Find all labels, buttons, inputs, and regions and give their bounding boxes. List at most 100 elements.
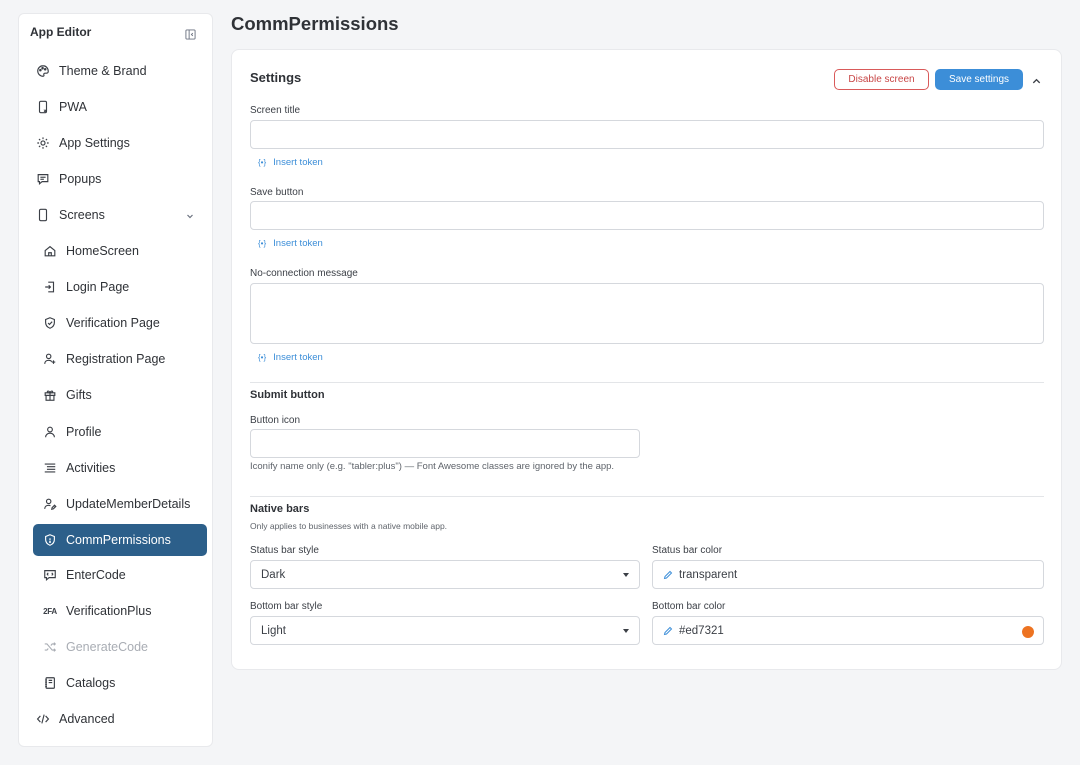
caret-down-icon — [623, 629, 629, 633]
sidebar-item-label: PWA — [59, 100, 88, 114]
sidebar-item-commpermissions[interactable]: CommPermissions — [33, 524, 207, 556]
save-button-input[interactable] — [250, 201, 1044, 230]
sidebar-item-label: Verification Page — [66, 316, 160, 330]
insert-token-link[interactable]: {•} Insert token — [250, 157, 323, 168]
bottom-bar-color-input[interactable]: #ed7321 — [652, 616, 1044, 645]
sidebar-item-login-page[interactable]: Login Page — [33, 271, 207, 303]
sidebar-title: App Editor — [30, 25, 92, 39]
sidebar-item-label: Profile — [66, 425, 102, 439]
status-bar-color-input[interactable]: transparent — [652, 560, 1044, 589]
sidebar-item-registration-page[interactable]: Registration Page — [33, 343, 207, 375]
caret-down-icon — [623, 573, 629, 577]
save-settings-button[interactable]: Save settings — [935, 69, 1023, 90]
sidebar-item-label: Activities — [66, 461, 116, 475]
sidebar-item-label: Catalogs — [66, 676, 116, 690]
sidebar-item-label: HomeScreen — [66, 244, 139, 258]
color-swatch[interactable] — [1022, 626, 1034, 638]
insert-token-label: Insert token — [273, 157, 323, 168]
sidebar-item-profile[interactable]: Profile — [33, 416, 207, 448]
login-icon — [42, 279, 58, 295]
no-connection-label: No-connection message — [250, 268, 358, 279]
sidebar-item-verificationplus[interactable]: 2FA VerificationPlus — [33, 595, 207, 627]
sidebar-item-screens[interactable]: Screens — [33, 199, 207, 231]
insert-token-link[interactable]: {•} Insert token — [250, 238, 323, 249]
sidebar: App Editor Theme & Brand PWA App Setting… — [18, 13, 213, 747]
status-bar-color-value: transparent — [679, 568, 738, 581]
status-bar-style-select[interactable]: Dark — [250, 560, 640, 589]
button-icon-help: Iconify name only (e.g. "tabler:plus") —… — [250, 461, 615, 472]
sidebar-item-app-settings[interactable]: App Settings — [33, 127, 207, 159]
shield-check-icon — [42, 315, 58, 331]
sidebar-item-entercode[interactable]: EnterCode — [33, 559, 207, 591]
user-edit-icon — [42, 496, 58, 512]
bottom-bar-style-label: Bottom bar style — [250, 601, 323, 612]
settings-card: Settings Disable screen Save settings Sc… — [231, 49, 1062, 670]
home-icon — [42, 243, 58, 259]
user-plus-icon — [42, 351, 58, 367]
insert-token-link[interactable]: {•} Insert token — [250, 352, 323, 363]
status-bar-color-label: Status bar color — [652, 545, 723, 556]
sidebar-item-activities[interactable]: Activities — [33, 452, 207, 484]
sidebar-item-label: GenerateCode — [66, 640, 149, 654]
code-icon — [35, 711, 51, 727]
sidebar-item-label: VerificationPlus — [66, 604, 152, 618]
code-chat-icon — [42, 567, 58, 583]
status-bar-style-value: Dark — [261, 568, 286, 581]
bottom-bar-style-value: Light — [261, 624, 286, 637]
braces-icon: {•} — [258, 239, 267, 248]
braces-icon: {•} — [258, 353, 267, 362]
gear-icon — [35, 135, 51, 151]
sidebar-item-advanced[interactable]: Advanced — [33, 703, 207, 735]
sidebar-item-label: EnterCode — [66, 568, 126, 582]
status-bar-style-label: Status bar style — [250, 545, 319, 556]
sidebar-item-catalogs[interactable]: Catalogs — [33, 667, 207, 699]
phone-icon — [35, 99, 51, 115]
sidebar-item-popups[interactable]: Popups — [33, 163, 207, 195]
insert-token-label: Insert token — [273, 352, 323, 363]
chevron-down-icon — [185, 210, 195, 220]
sidebar-item-label: Registration Page — [66, 352, 166, 366]
button-icon-input[interactable] — [250, 429, 640, 458]
user-icon — [42, 424, 58, 440]
bottom-bar-color-value: #ed7321 — [679, 624, 724, 637]
save-button-label: Save button — [250, 187, 304, 198]
sidebar-item-updatememberdetails[interactable]: UpdateMemberDetails — [33, 488, 207, 520]
screen-title-label: Screen title — [250, 105, 301, 116]
message-icon — [35, 171, 51, 187]
sidebar-item-gifts[interactable]: Gifts — [33, 379, 207, 411]
disable-screen-button[interactable]: Disable screen — [834, 69, 929, 90]
screen-title-input[interactable] — [250, 120, 1044, 149]
page-title: CommPermissions — [231, 13, 399, 34]
no-connection-textarea[interactable] — [250, 283, 1044, 344]
book-icon — [42, 675, 58, 691]
divider — [250, 382, 1044, 383]
sidebar-item-theme-brand[interactable]: Theme & Brand — [33, 55, 207, 87]
sidebar-item-label: App Settings — [59, 136, 130, 150]
sidebar-item-label: Theme & Brand — [59, 64, 147, 78]
native-bars-help: Only applies to businesses with a native… — [250, 521, 448, 531]
sidebar-item-homescreen[interactable]: HomeScreen — [33, 235, 207, 267]
sidebar-item-label: Advanced — [59, 712, 115, 726]
bottom-bar-color-label: Bottom bar color — [652, 601, 726, 612]
submit-button-section: Submit button — [250, 389, 325, 401]
2fa-icon: 2FA — [43, 606, 57, 616]
phone-icon — [35, 207, 51, 223]
pencil-icon — [663, 570, 673, 580]
sidebar-item-label: UpdateMemberDetails — [66, 497, 191, 511]
sidebar-item-verification-page[interactable]: Verification Page — [33, 307, 207, 339]
shield-icon — [42, 532, 58, 548]
sidebar-item-label: CommPermissions — [66, 533, 171, 547]
bottom-bar-style-select[interactable]: Light — [250, 616, 640, 645]
insert-token-label: Insert token — [273, 238, 323, 249]
sidebar-item-label: Gifts — [66, 388, 92, 402]
divider — [250, 496, 1044, 497]
sidebar-item-pwa[interactable]: PWA — [33, 91, 207, 123]
chevron-up-icon[interactable] — [1031, 74, 1042, 85]
sidebar-item-label: Screens — [59, 208, 105, 222]
palette-icon — [35, 63, 51, 79]
list-icon — [42, 460, 58, 476]
shuffle-icon — [42, 639, 58, 655]
sidebar-item-generatecode[interactable]: GenerateCode — [33, 631, 207, 663]
sidebar-collapse-icon[interactable] — [185, 27, 196, 40]
settings-title: Settings — [250, 70, 302, 85]
